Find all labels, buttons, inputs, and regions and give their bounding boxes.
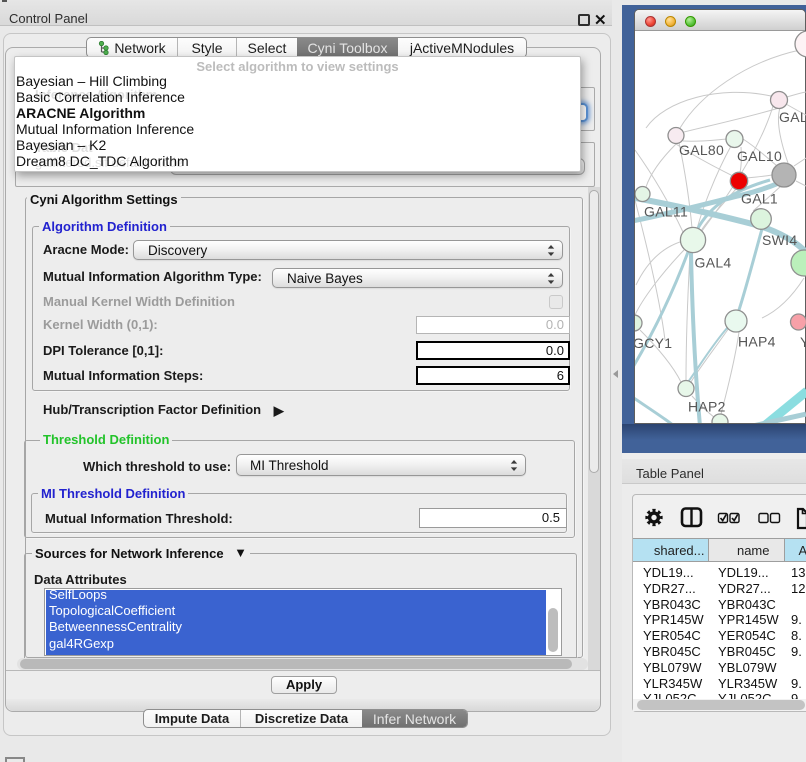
svg-text:GAL7: GAL7 — [779, 109, 806, 125]
svg-text:GCY1: GCY1 — [635, 335, 672, 351]
svg-text:GAL4: GAL4 — [695, 255, 732, 271]
svg-text:SWI4: SWI4 — [762, 232, 797, 248]
svg-text:HAP2: HAP2 — [688, 399, 726, 415]
svg-text:GAL11: GAL11 — [644, 204, 688, 220]
svg-text:Y: Y — [800, 334, 806, 350]
svg-text:GAL10: GAL10 — [737, 148, 782, 164]
svg-text:GAL1: GAL1 — [741, 191, 778, 207]
svg-text:HAP4: HAP4 — [738, 334, 776, 350]
svg-text:GAL80: GAL80 — [679, 142, 724, 158]
